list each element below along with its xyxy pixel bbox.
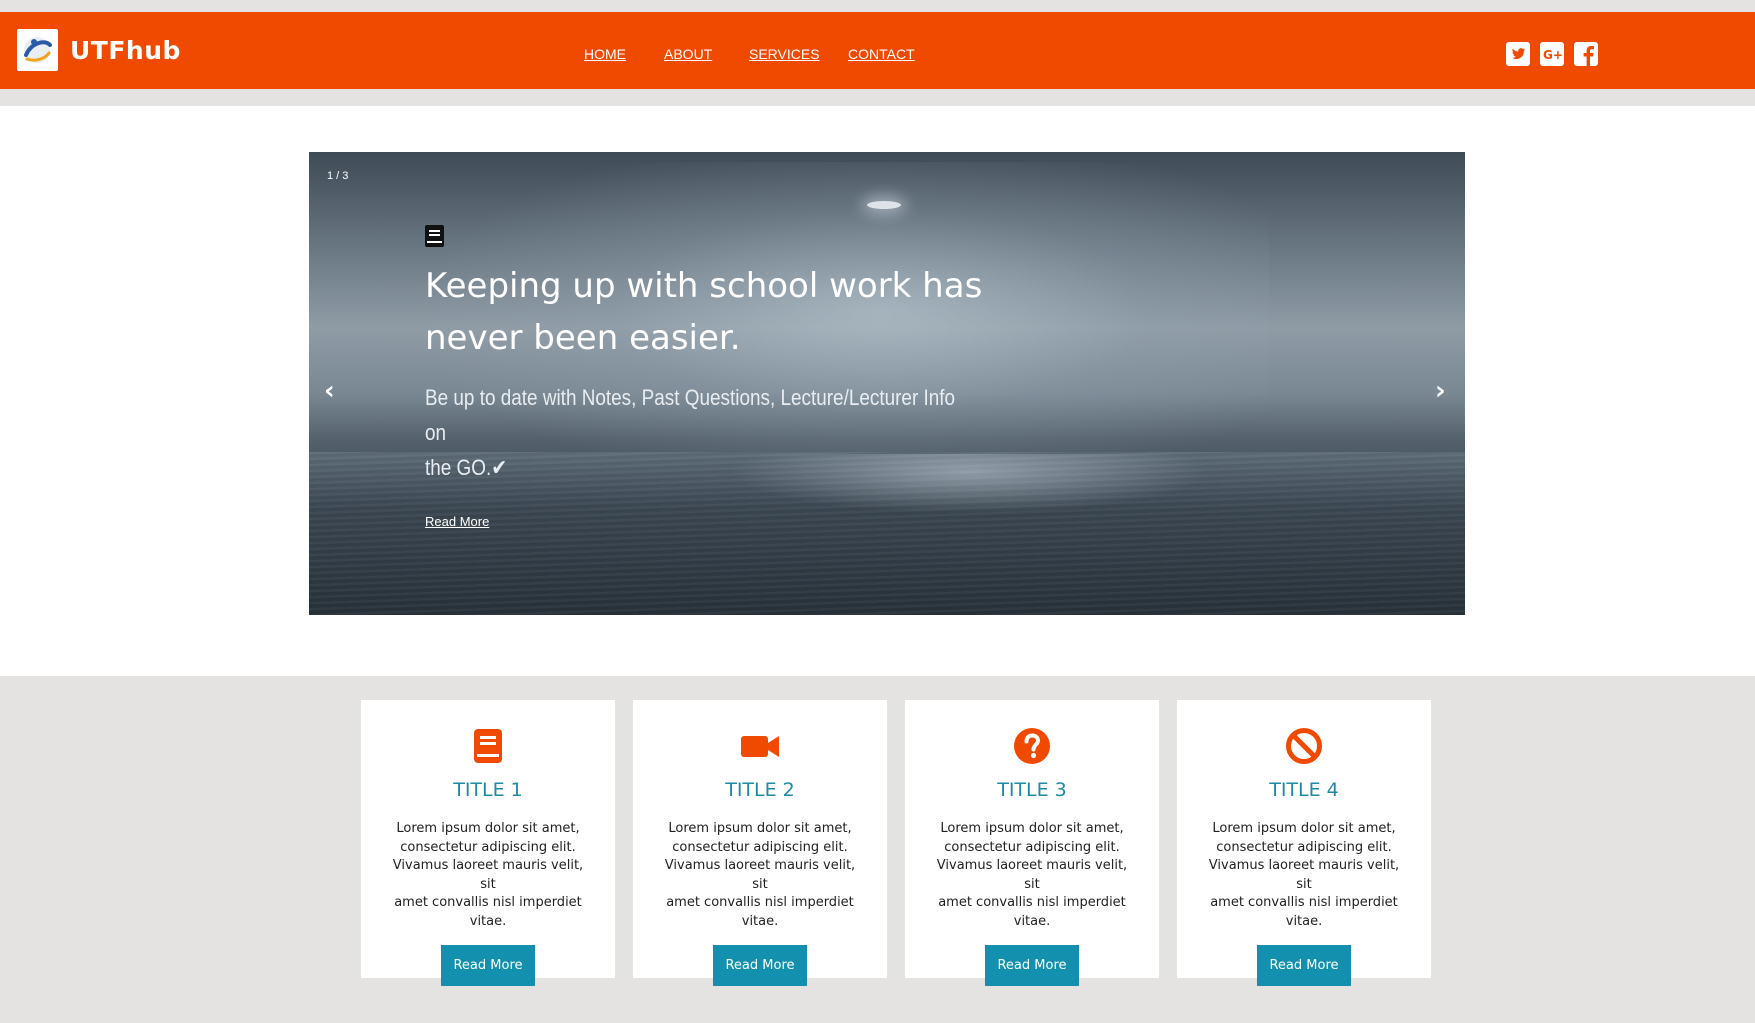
card-text-line: Lorem ipsum dolor sit amet,: [396, 821, 580, 836]
main-nav: HOME ABOUT SERVICES CONTACT: [0, 46, 1755, 66]
card-text-line: Lorem ipsum dolor sit amet,: [668, 821, 852, 836]
card-title: TITLE 4: [1269, 779, 1339, 801]
card-title: TITLE 2: [725, 779, 795, 801]
card-text-line: Lorem ipsum dolor sit amet,: [940, 821, 1124, 836]
card-read-more-button[interactable]: Read More: [1257, 945, 1351, 986]
book-icon: [425, 225, 444, 251]
ban-icon: [1284, 726, 1324, 766]
card-text: Lorem ipsum dolor sit amet, consectetur …: [1203, 820, 1405, 931]
card-text-line: consectetur adipiscing elit.: [400, 839, 576, 855]
video-camera-icon: [740, 726, 780, 766]
card-read-more-button[interactable]: Read More: [441, 945, 535, 986]
hero-slider[interactable]: 1 / 3 Keeping up with school work has ne…: [309, 152, 1465, 615]
top-strip: [0, 0, 1755, 12]
card-read-more-button[interactable]: Read More: [985, 945, 1079, 986]
facebook-icon[interactable]: [1574, 42, 1598, 66]
card-text-line: vitae.: [1013, 913, 1051, 929]
card-text-line: Vivamus laoreet mauris velit, sit: [392, 858, 584, 892]
card-text-line: vitae.: [469, 913, 507, 929]
moon: [867, 201, 901, 209]
card-title: TITLE 3: [997, 779, 1067, 801]
prev-arrow-icon[interactable]: ‹: [324, 376, 335, 406]
card-text-line: consectetur adipiscing elit.: [672, 839, 848, 855]
card-text-line: consectetur adipiscing elit.: [944, 839, 1120, 855]
slide-subline-line1: Be up to date with Notes, Past Questions…: [425, 385, 956, 445]
slide-counter: 1 / 3: [327, 170, 349, 182]
card-text-line: amet convallis nisl imperdiet: [1210, 895, 1398, 910]
slide-headline-line2: never been easier.: [425, 318, 741, 358]
question-circle-icon: [1012, 726, 1052, 766]
card-text-line: consectetur adipiscing elit.: [1216, 839, 1392, 855]
slide-subline-line2: the GO.✔: [425, 455, 508, 480]
card-text: Lorem ipsum dolor sit amet, consectetur …: [931, 820, 1133, 931]
card-text-line: amet convallis nisl imperdiet: [938, 895, 1126, 910]
svg-text:G+: G+: [1543, 48, 1563, 62]
feature-card-3: TITLE 3 Lorem ipsum dolor sit amet, cons…: [905, 700, 1159, 986]
nav-home[interactable]: HOME: [584, 46, 626, 62]
card-text-line: Vivamus laoreet mauris velit, sit: [1208, 858, 1400, 892]
nav-services[interactable]: SERVICES: [749, 46, 820, 62]
card-text: Lorem ipsum dolor sit amet, consectetur …: [659, 820, 861, 931]
book-icon: [468, 726, 508, 766]
card-read-more-button[interactable]: Read More: [713, 945, 807, 986]
card-text-line: amet convallis nisl imperdiet: [666, 895, 854, 910]
feature-card-2: TITLE 2 Lorem ipsum dolor sit amet, cons…: [633, 700, 887, 986]
card-title: TITLE 1: [453, 779, 523, 801]
card-text: Lorem ipsum dolor sit amet, consectetur …: [387, 820, 589, 931]
slide-read-more-link[interactable]: Read More: [425, 514, 489, 529]
slide-subline: Be up to date with Notes, Past Questions…: [425, 380, 958, 485]
google-plus-icon[interactable]: G+: [1540, 42, 1564, 66]
nav-about[interactable]: ABOUT: [664, 46, 712, 62]
card-text-line: amet convallis nisl imperdiet: [394, 895, 582, 910]
feature-card-4: TITLE 4 Lorem ipsum dolor sit amet, cons…: [1177, 700, 1431, 986]
next-arrow-icon[interactable]: ›: [1435, 376, 1446, 406]
slide-headline-line1: Keeping up with school work has: [425, 266, 983, 306]
twitter-icon[interactable]: [1506, 42, 1530, 66]
feature-card-1: TITLE 1 Lorem ipsum dolor sit amet, cons…: [361, 700, 615, 986]
nav-contact[interactable]: CONTACT: [848, 46, 915, 62]
card-text-line: Lorem ipsum dolor sit amet,: [1212, 821, 1396, 836]
slide-headline: Keeping up with school work has never be…: [425, 260, 985, 364]
card-text-line: Vivamus laoreet mauris velit, sit: [936, 858, 1128, 892]
card-text-line: vitae.: [741, 913, 779, 929]
header-divider: [0, 89, 1755, 106]
card-text-line: Vivamus laoreet mauris velit, sit: [664, 858, 856, 892]
site-header: UTFhub HOME ABOUT SERVICES CONTACT G+: [0, 12, 1755, 89]
card-text-line: vitae.: [1285, 913, 1323, 929]
